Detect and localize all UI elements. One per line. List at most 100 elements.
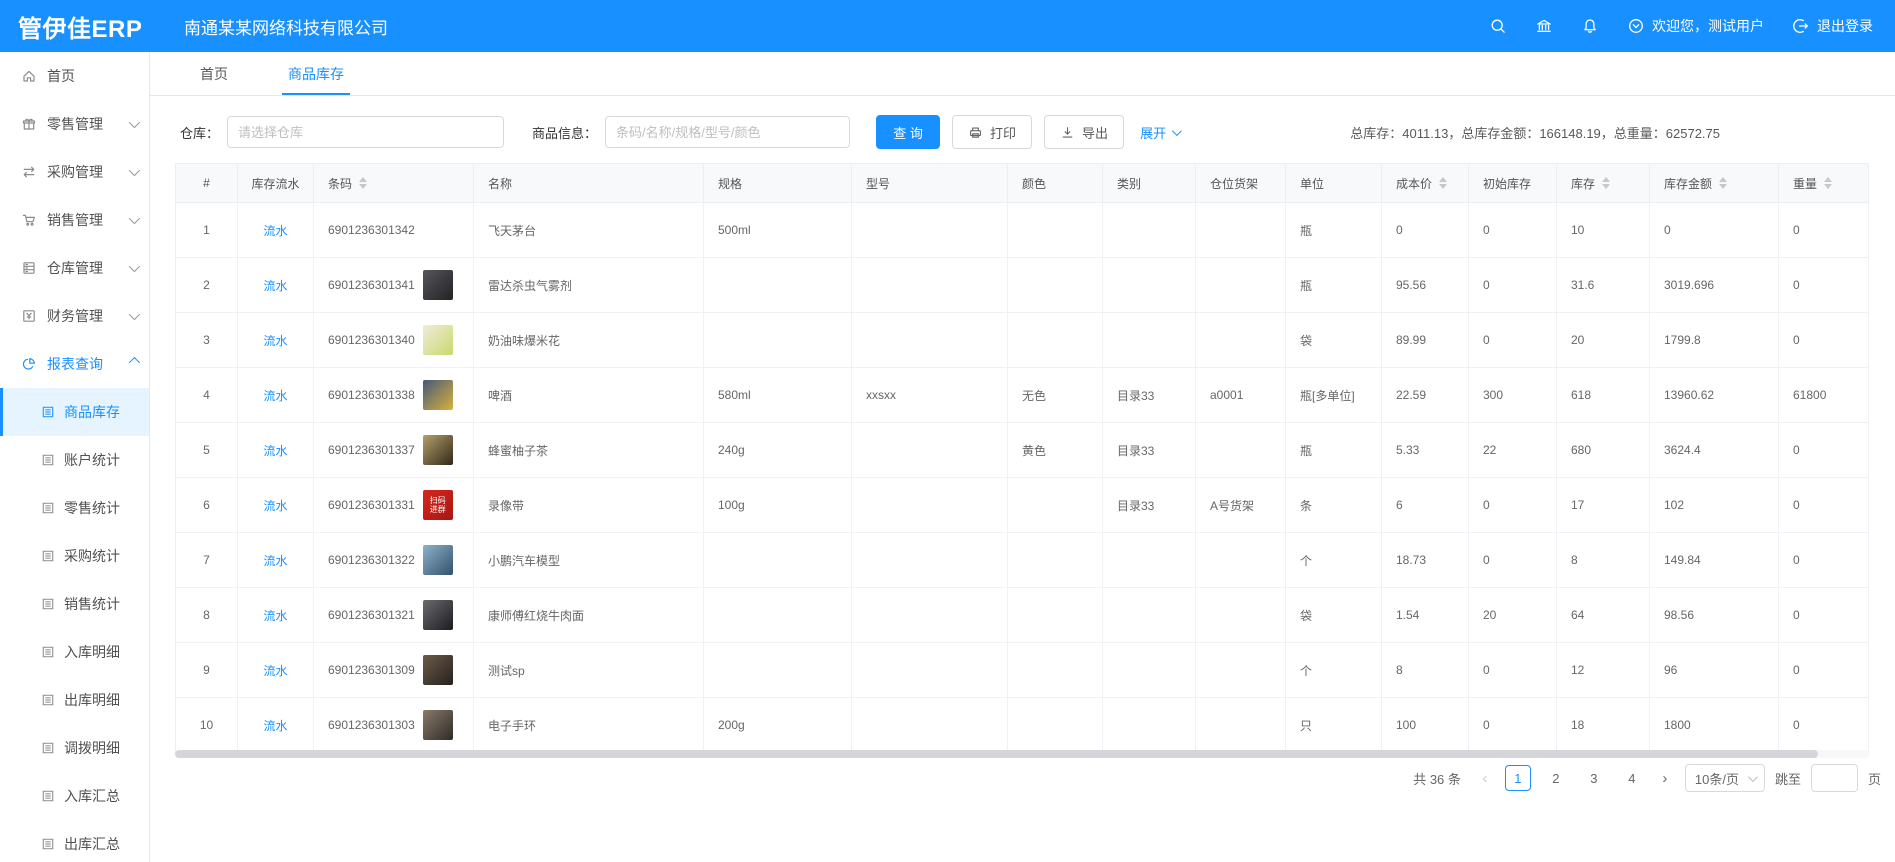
- sidebar-item-5[interactable]: 财务管理: [0, 292, 149, 340]
- cell-model: [852, 643, 1008, 697]
- sort-carets-icon[interactable]: [1602, 177, 1610, 189]
- search-icon[interactable]: [1489, 17, 1507, 35]
- cell-name: 蜂蜜柚子茶: [474, 423, 704, 477]
- cell-weight: 0: [1779, 643, 1869, 697]
- cell-model: [852, 313, 1008, 367]
- cell-weight: 0: [1779, 313, 1869, 367]
- prev-page-button[interactable]: ‹: [1475, 770, 1495, 787]
- product-thumbnail: [423, 380, 453, 410]
- print-button[interactable]: 打印: [952, 115, 1032, 149]
- page-size-select[interactable]: 10条/页: [1685, 764, 1765, 792]
- jump-page-input[interactable]: [1811, 764, 1858, 792]
- tab-product-inventory[interactable]: 商品库存: [282, 52, 350, 95]
- cell-unit: 个: [1286, 643, 1382, 697]
- cell-name: 雷达杀虫气雾剂: [474, 258, 704, 312]
- sidebar-item-6[interactable]: 报表查询: [0, 340, 149, 388]
- horizontal-scrollbar[interactable]: [175, 750, 1869, 758]
- bell-icon[interactable]: [1581, 17, 1599, 35]
- column-header-cost[interactable]: 成本价: [1382, 164, 1469, 202]
- cell-spec: 100g: [704, 478, 852, 532]
- cell-unit: 个: [1286, 533, 1382, 587]
- page-button-3[interactable]: 3: [1581, 765, 1607, 791]
- cell-color: [1008, 533, 1103, 587]
- page-button-4[interactable]: 4: [1619, 765, 1645, 791]
- cell-index: 6: [176, 478, 238, 532]
- cell-flow: 流水: [238, 533, 314, 587]
- sidebar-item-3[interactable]: 销售管理: [0, 196, 149, 244]
- cell-color: [1008, 698, 1103, 752]
- cell-initial: 0: [1469, 203, 1557, 257]
- chevron-down-icon: [129, 165, 140, 176]
- page-button-2[interactable]: 2: [1543, 765, 1569, 791]
- expand-toggle[interactable]: 展开: [1140, 123, 1179, 142]
- sidebar-subitem-8[interactable]: 入库汇总: [0, 772, 149, 820]
- cell-cost: 1.54: [1382, 588, 1469, 642]
- search-button[interactable]: 查 询: [876, 115, 940, 149]
- stock-flow-link[interactable]: 流水: [263, 717, 287, 734]
- export-button[interactable]: 导出: [1044, 115, 1124, 149]
- column-header-stock[interactable]: 库存: [1557, 164, 1650, 202]
- sidebar-subitem-1[interactable]: 账户统计: [0, 436, 149, 484]
- stock-flow-link[interactable]: 流水: [263, 332, 287, 349]
- sidebar-subitem-6[interactable]: 出库明细: [0, 676, 149, 724]
- cell-category: 目录33: [1103, 423, 1196, 477]
- cell-unit: 只: [1286, 698, 1382, 752]
- sort-carets-icon[interactable]: [359, 177, 367, 189]
- sidebar-subitem-4[interactable]: 销售统计: [0, 580, 149, 628]
- cell-unit: 袋: [1286, 313, 1382, 367]
- page-button-1[interactable]: 1: [1505, 765, 1531, 791]
- bank-icon[interactable]: [1535, 17, 1553, 35]
- sidebar-item-1[interactable]: 零售管理: [0, 100, 149, 148]
- next-page-button[interactable]: ›: [1655, 770, 1675, 787]
- table-row: 5流水6901236301337蜂蜜柚子茶240g黄色目录33瓶5.332268…: [176, 423, 1869, 478]
- sidebar-subitem-2[interactable]: 零售统计: [0, 484, 149, 532]
- scrollbar-thumb[interactable]: [175, 750, 1818, 758]
- cell-color: [1008, 313, 1103, 367]
- cell-model: [852, 698, 1008, 752]
- column-header-color: 颜色: [1008, 164, 1103, 202]
- column-header-amount[interactable]: 库存金额: [1650, 164, 1779, 202]
- stock-flow-link[interactable]: 流水: [263, 607, 287, 624]
- stock-flow-link[interactable]: 流水: [263, 497, 287, 514]
- sidebar-item-4[interactable]: 仓库管理: [0, 244, 149, 292]
- cell-shelf: A号货架: [1196, 478, 1286, 532]
- product-thumbnail: [423, 545, 453, 575]
- column-header-barcode[interactable]: 条码: [314, 164, 474, 202]
- cell-cost: 100: [1382, 698, 1469, 752]
- sidebar-subitem-3[interactable]: 采购统计: [0, 532, 149, 580]
- cell-color: 无色: [1008, 368, 1103, 422]
- company-name: 南通某某网络科技有限公司: [184, 14, 388, 39]
- welcome-text: 欢迎您，测试用户: [1652, 16, 1764, 36]
- sort-carets-icon[interactable]: [1824, 177, 1832, 189]
- cell-spec: 200g: [704, 698, 852, 752]
- finance-icon: [21, 308, 37, 324]
- cell-category: 目录33: [1103, 368, 1196, 422]
- warehouse-select-input[interactable]: [227, 116, 504, 148]
- stock-flow-link[interactable]: 流水: [263, 277, 287, 294]
- sidebar-subitem-7[interactable]: 调拨明细: [0, 724, 149, 772]
- stock-flow-link[interactable]: 流水: [263, 552, 287, 569]
- table-row: 10流水6901236301303电子手环200g只10001818000: [176, 698, 1869, 753]
- sidebar-subitem-9[interactable]: 出库汇总: [0, 820, 149, 862]
- column-header-weight[interactable]: 重量: [1779, 164, 1869, 202]
- cell-unit: 条: [1286, 478, 1382, 532]
- user-welcome-menu[interactable]: 欢迎您，测试用户: [1627, 16, 1764, 36]
- sort-carets-icon[interactable]: [1439, 177, 1447, 189]
- logout-button[interactable]: 退出登录: [1792, 16, 1873, 36]
- sidebar-subitem-5[interactable]: 入库明细: [0, 628, 149, 676]
- user-circle-icon: [1627, 17, 1645, 35]
- sidebar-item-0[interactable]: 首页: [0, 52, 149, 100]
- stock-flow-link[interactable]: 流水: [263, 662, 287, 679]
- stock-flow-link[interactable]: 流水: [263, 442, 287, 459]
- tab-home[interactable]: 首页: [194, 52, 234, 95]
- product-search-input[interactable]: [605, 116, 850, 148]
- sidebar-item-2[interactable]: 采购管理: [0, 148, 149, 196]
- stock-flow-link[interactable]: 流水: [263, 387, 287, 404]
- table-row: 2流水6901236301341雷达杀虫气雾剂瓶95.56031.63019.6…: [176, 258, 1869, 313]
- cell-unit: 袋: [1286, 588, 1382, 642]
- cell-barcode: 6901236301322: [314, 533, 474, 587]
- cell-flow: 流水: [238, 258, 314, 312]
- stock-flow-link[interactable]: 流水: [263, 222, 287, 239]
- sidebar-subitem-0[interactable]: 商品库存: [0, 388, 149, 436]
- sort-carets-icon[interactable]: [1719, 177, 1727, 189]
